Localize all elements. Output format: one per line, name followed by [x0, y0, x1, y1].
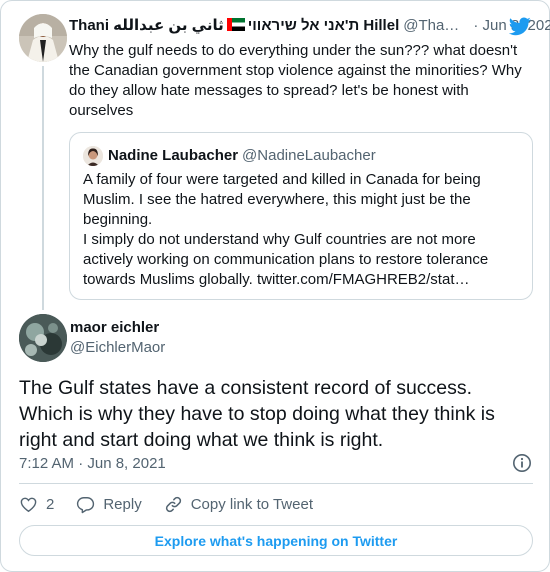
tweet-timestamp[interactable]: 7:12 AM · Jun 8, 2021 [19, 454, 166, 474]
tweet-embed-card: Thani ת'אני אל שיראוויثاني بن عبدالله Hi… [0, 0, 550, 572]
quoted-author-avatar [83, 146, 103, 166]
copy-link-label: Copy link to Tweet [190, 495, 313, 513]
parent-author-avatar[interactable] [19, 14, 67, 62]
thread-connector-line [42, 66, 44, 310]
main-author-name[interactable]: maor eichler [70, 318, 159, 338]
explore-twitter-button[interactable]: Explore what's happening on Twitter [19, 525, 533, 556]
parent-author-name[interactable]: Thani ת'אני אל שיראוויثاني بن عبدالله Hi… [69, 16, 399, 36]
parent-tweet-header: Thani ת'אני אל שיראוויثاني بن عبدالله Hi… [69, 16, 550, 36]
actions-divider [19, 483, 533, 484]
reply-bubble-icon [77, 496, 95, 513]
main-tweet-text: The Gulf states have a consistent record… [19, 377, 495, 451]
quoted-tweet[interactable]: Nadine Laubacher @NadineLaubacher A famil… [69, 132, 533, 300]
main-author-handle[interactable]: @EichlerMaor [70, 338, 165, 358]
link-icon [165, 496, 181, 512]
heart-icon [20, 497, 37, 512]
reply-label: Reply [103, 495, 142, 513]
main-author-avatar[interactable] [19, 314, 67, 362]
quoted-tweet-header: Nadine Laubacher @NadineLaubacher [108, 146, 376, 166]
quoted-author-handle: @NadineLaubacher [242, 147, 376, 164]
info-icon[interactable] [512, 453, 532, 473]
quoted-author-name: Nadine Laubacher [108, 147, 239, 164]
reply-button[interactable]: Reply [76, 495, 142, 514]
copy-link-button[interactable]: Copy link to Tweet [164, 495, 313, 514]
like-count: 2 [46, 495, 55, 513]
quoted-tweet-paragraph-2: I simply do not understand why Gulf coun… [83, 231, 489, 288]
uae-flag-icon [226, 18, 245, 31]
like-button[interactable]: 2 [19, 495, 54, 514]
quoted-tweet-text: A family of four were targeted and kille… [83, 170, 523, 290]
quoted-tweet-paragraph-1: A family of four were targeted and kille… [83, 171, 481, 228]
twitter-bird-icon[interactable] [508, 15, 531, 37]
parent-author-handle[interactable]: @Tha… [403, 16, 459, 36]
parent-tweet-text: Why the gulf needs to do everything unde… [69, 42, 522, 119]
tweet-actions-bar: 2 Reply Copy link to Tweet [19, 493, 335, 515]
